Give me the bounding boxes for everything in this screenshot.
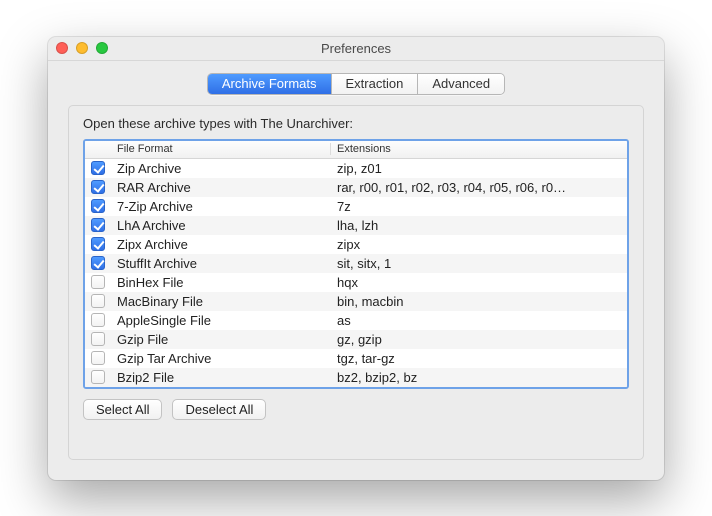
table-row[interactable]: Zip Archivezip, z01 [85, 159, 627, 178]
select-all-button[interactable]: Select All [83, 399, 162, 420]
row-extensions: sit, sitx, 1 [331, 256, 627, 271]
row-extensions: gz, gzip [331, 332, 627, 347]
table-row[interactable]: AppleSingle Fileas [85, 311, 627, 330]
table-body: Zip Archivezip, z01RAR Archiverar, r00, … [85, 159, 627, 387]
row-extensions: lha, lzh [331, 218, 627, 233]
row-format: AppleSingle File [111, 313, 331, 328]
header-extensions[interactable]: Extensions [331, 143, 627, 155]
table-row[interactable]: StuffIt Archivesit, sitx, 1 [85, 254, 627, 273]
row-checkbox-cell [85, 313, 111, 327]
row-checkbox-cell [85, 370, 111, 384]
content-area: Archive Formats Extraction Advanced Open… [48, 61, 664, 480]
table-row[interactable]: Gzip Filegz, gzip [85, 330, 627, 349]
table-header: File Format Extensions [85, 141, 627, 159]
row-checkbox-cell [85, 237, 111, 251]
row-format: Gzip Tar Archive [111, 351, 331, 366]
table-row[interactable]: RAR Archiverar, r00, r01, r02, r03, r04,… [85, 178, 627, 197]
table-row[interactable]: Gzip Tar Archivetgz, tar-gz [85, 349, 627, 368]
row-checkbox-cell [85, 199, 111, 213]
deselect-all-button[interactable]: Deselect All [172, 399, 266, 420]
row-extensions: tgz, tar-gz [331, 351, 627, 366]
window-title: Preferences [48, 41, 664, 56]
segmented-tabs: Archive Formats Extraction Advanced [207, 73, 505, 95]
button-row: Select All Deselect All [83, 399, 629, 420]
row-checkbox[interactable] [91, 199, 105, 213]
tab-bar: Archive Formats Extraction Advanced [68, 73, 644, 95]
row-checkbox-cell [85, 351, 111, 365]
row-format: RAR Archive [111, 180, 331, 195]
tab-archive-formats[interactable]: Archive Formats [208, 74, 332, 94]
preferences-window: Preferences Archive Formats Extraction A… [48, 37, 664, 480]
row-checkbox-cell [85, 256, 111, 270]
row-format: Gzip File [111, 332, 331, 347]
row-checkbox[interactable] [91, 218, 105, 232]
minimize-icon[interactable] [76, 42, 88, 54]
row-format: 7-Zip Archive [111, 199, 331, 214]
row-extensions: as [331, 313, 627, 328]
row-checkbox-cell [85, 294, 111, 308]
row-checkbox[interactable] [91, 275, 105, 289]
titlebar: Preferences [48, 37, 664, 61]
table-row[interactable]: Bzip2 Filebz2, bzip2, bz [85, 368, 627, 387]
row-extensions: 7z [331, 199, 627, 214]
row-format: Bzip2 File [111, 370, 331, 385]
row-checkbox[interactable] [91, 313, 105, 327]
header-format[interactable]: File Format [111, 143, 331, 155]
row-checkbox-cell [85, 218, 111, 232]
table-row[interactable]: Zipx Archivezipx [85, 235, 627, 254]
row-checkbox[interactable] [91, 370, 105, 384]
table-row[interactable]: MacBinary Filebin, macbin [85, 292, 627, 311]
row-extensions: zipx [331, 237, 627, 252]
row-extensions: rar, r00, r01, r02, r03, r04, r05, r06, … [331, 180, 627, 195]
row-extensions: hqx [331, 275, 627, 290]
row-format: Zipx Archive [111, 237, 331, 252]
row-checkbox-cell [85, 275, 111, 289]
row-format: BinHex File [111, 275, 331, 290]
row-checkbox[interactable] [91, 161, 105, 175]
row-checkbox-cell [85, 332, 111, 346]
row-checkbox[interactable] [91, 237, 105, 251]
group-label: Open these archive types with The Unarch… [83, 116, 629, 131]
row-checkbox-cell [85, 161, 111, 175]
close-icon[interactable] [56, 42, 68, 54]
formats-group: Open these archive types with The Unarch… [68, 105, 644, 460]
formats-table[interactable]: File Format Extensions Zip Archivezip, z… [83, 139, 629, 389]
row-format: MacBinary File [111, 294, 331, 309]
row-extensions: bz2, bzip2, bz [331, 370, 627, 385]
row-checkbox[interactable] [91, 332, 105, 346]
row-checkbox[interactable] [91, 351, 105, 365]
row-format: LhA Archive [111, 218, 331, 233]
row-checkbox[interactable] [91, 256, 105, 270]
row-extensions: zip, z01 [331, 161, 627, 176]
tab-advanced[interactable]: Advanced [418, 74, 504, 94]
row-checkbox-cell [85, 180, 111, 194]
row-format: StuffIt Archive [111, 256, 331, 271]
tab-extraction[interactable]: Extraction [332, 74, 419, 94]
window-controls [56, 42, 108, 54]
table-row[interactable]: LhA Archivelha, lzh [85, 216, 627, 235]
table-row[interactable]: BinHex Filehqx [85, 273, 627, 292]
row-checkbox[interactable] [91, 294, 105, 308]
row-format: Zip Archive [111, 161, 331, 176]
row-checkbox[interactable] [91, 180, 105, 194]
zoom-icon[interactable] [96, 42, 108, 54]
table-row[interactable]: 7-Zip Archive7z [85, 197, 627, 216]
row-extensions: bin, macbin [331, 294, 627, 309]
